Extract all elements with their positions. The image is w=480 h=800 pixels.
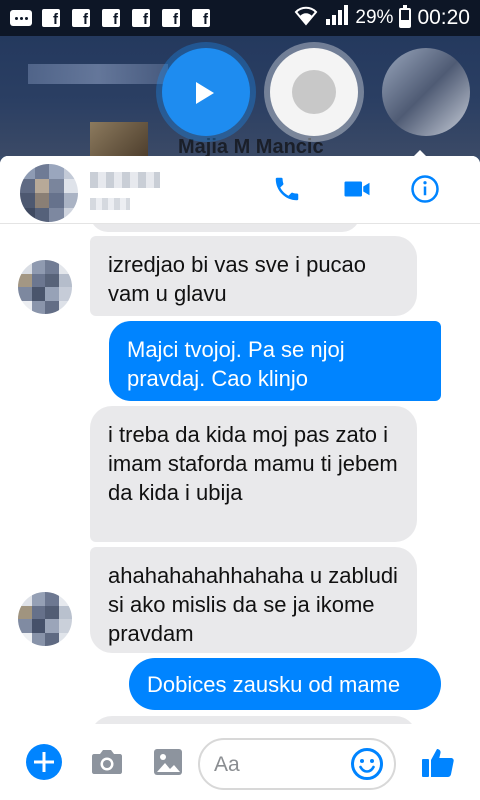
video-camera-icon xyxy=(344,181,370,197)
message-bubble-partial xyxy=(90,716,417,724)
like-button[interactable] xyxy=(418,742,458,782)
signal-icon xyxy=(325,4,349,32)
gallery-button[interactable] xyxy=(150,744,186,780)
battery-icon xyxy=(399,5,412,28)
message-input-box[interactable] xyxy=(198,738,396,790)
video-call-button[interactable] xyxy=(340,172,374,206)
thumbs-up-icon xyxy=(422,749,454,777)
smiley-icon xyxy=(351,748,383,780)
background-contact-name: Majia M Mancic xyxy=(178,136,324,156)
phone-icon xyxy=(275,177,299,201)
chat-head-video[interactable] xyxy=(162,48,250,136)
info-icon xyxy=(411,175,439,203)
image-icon xyxy=(154,749,182,775)
chat-head-contact[interactable] xyxy=(382,48,470,136)
composer xyxy=(0,724,480,800)
message-list[interactable]: izredjao bi vas sve i pucao vam u glavu … xyxy=(0,224,480,724)
messages-icon xyxy=(10,7,32,29)
plus-circle-icon xyxy=(26,744,62,780)
contact-avatar[interactable] xyxy=(20,164,78,222)
clock: 00:20 xyxy=(417,6,470,29)
play-icon xyxy=(196,82,214,104)
camera-button[interactable] xyxy=(88,744,126,780)
facebook-icon: f xyxy=(100,7,122,29)
chat-panel: izredjao bi vas sve i pucao vam u glavu … xyxy=(0,156,480,800)
info-button[interactable] xyxy=(408,172,442,206)
call-button[interactable] xyxy=(270,172,304,206)
chat-header xyxy=(0,156,480,224)
battery-percent: 29% xyxy=(355,7,394,28)
facebook-icon: f xyxy=(130,7,152,29)
chat-head-messages[interactable] xyxy=(270,48,358,136)
blurred-title xyxy=(28,64,168,84)
message-bubble-incoming: ahahahahahhahaha u zabludi si ako mislis… xyxy=(90,547,417,653)
camera-icon xyxy=(92,750,122,774)
facebook-icon: f xyxy=(40,7,62,29)
avatar xyxy=(90,122,148,156)
message-bubble-outgoing: Dobices zausku od mame xyxy=(129,658,441,710)
message-bubble-incoming: i treba da kida moj pas zato i imam staf… xyxy=(90,406,417,542)
message-bubble-outgoing: Majci tvojoj. Pa se njoj pravdaj. Cao kl… xyxy=(109,321,441,401)
contact-status-redacted xyxy=(90,198,130,210)
background-app: Majia M Mancic xyxy=(0,36,480,156)
wifi-icon xyxy=(293,4,319,32)
message-bubble-partial xyxy=(90,224,360,232)
add-button[interactable] xyxy=(24,742,64,782)
status-bar: f f f f f f 29% 00:20 xyxy=(0,0,480,36)
notification-icons: f f f f f f xyxy=(10,7,212,29)
facebook-icon: f xyxy=(70,7,92,29)
facebook-icon: f xyxy=(160,7,182,29)
contact-name-redacted xyxy=(90,172,160,188)
message-input[interactable] xyxy=(214,750,344,780)
message-bubble-incoming: izredjao bi vas sve i pucao vam u glavu xyxy=(90,236,417,316)
sender-avatar xyxy=(18,260,72,314)
facebook-icon: f xyxy=(190,7,212,29)
sender-avatar xyxy=(18,592,72,646)
emoji-button[interactable] xyxy=(350,747,384,781)
